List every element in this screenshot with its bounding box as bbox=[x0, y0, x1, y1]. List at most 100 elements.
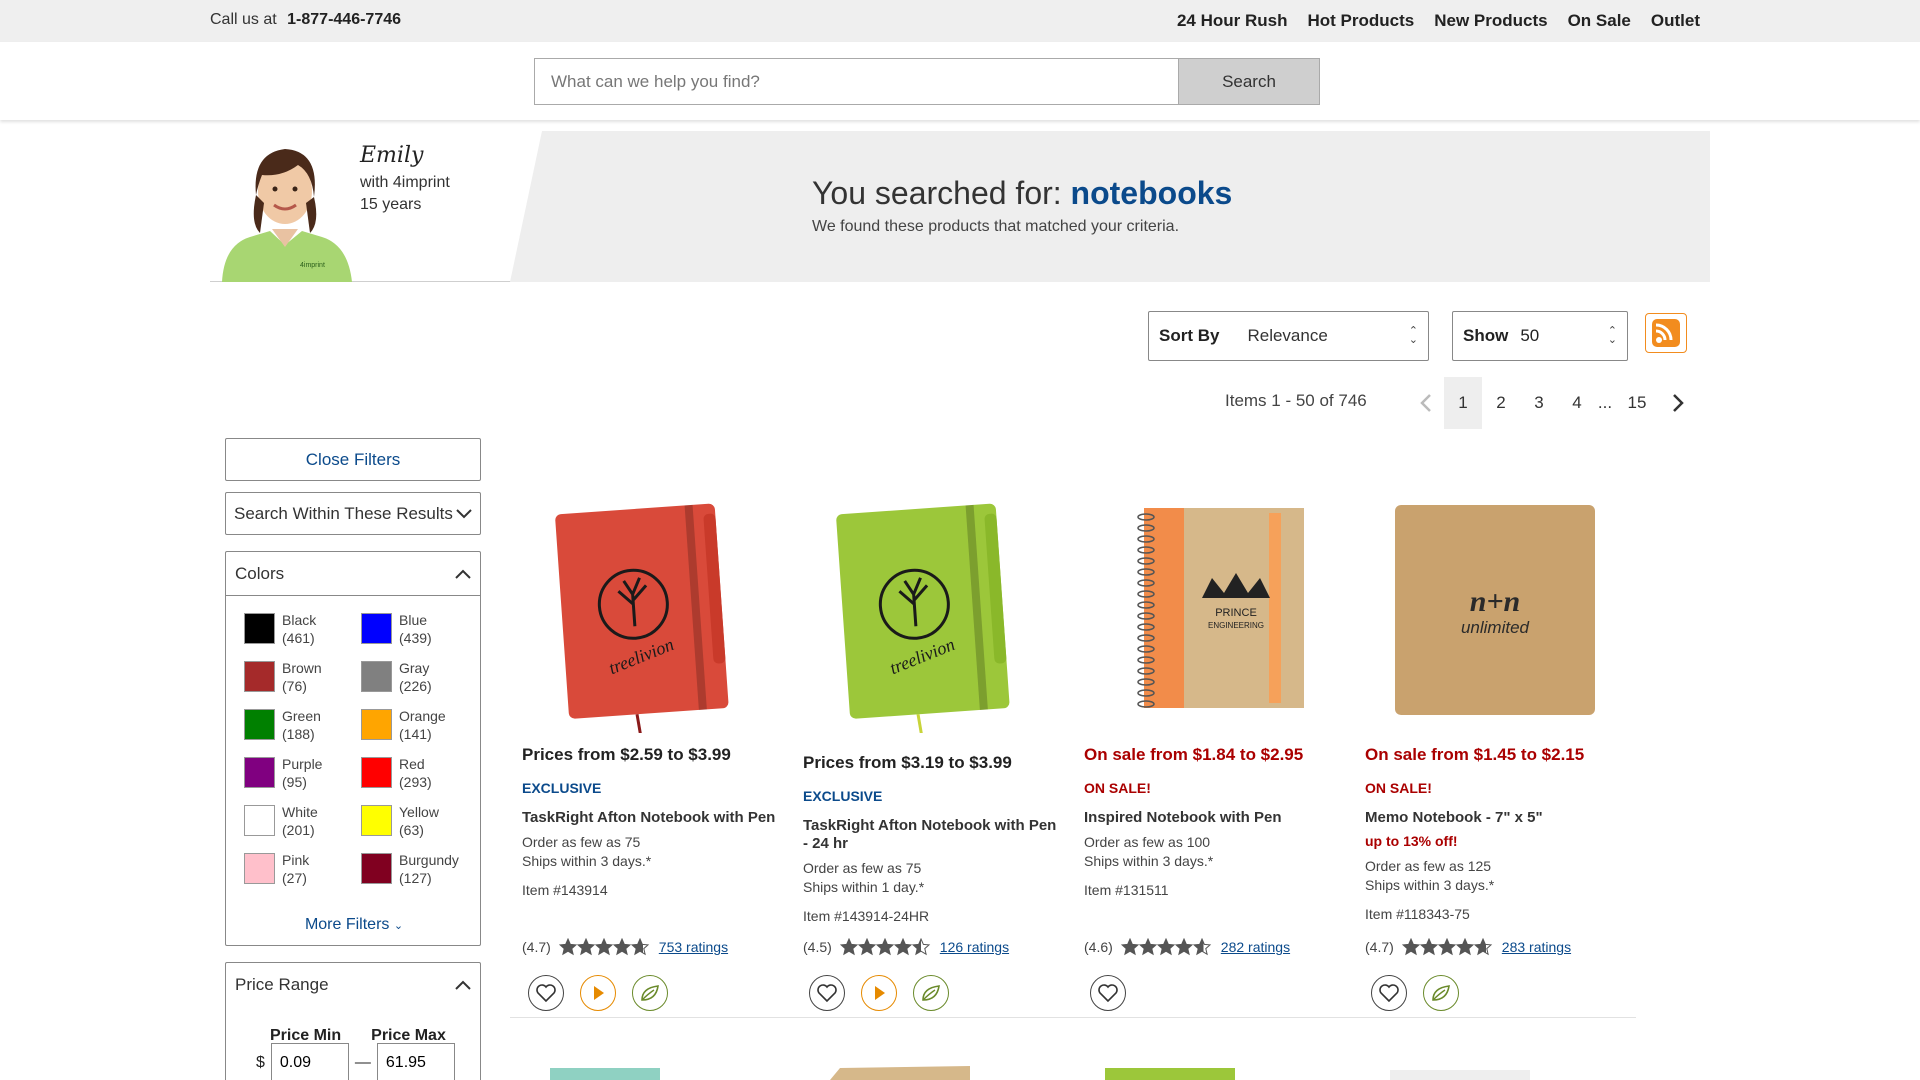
color-filter-red[interactable]: Red (293) bbox=[361, 755, 478, 790]
product-image[interactable]: treelivion bbox=[522, 493, 782, 733]
call-us: Call us at 1-877-446-7746 bbox=[210, 11, 401, 29]
sort-by-select[interactable]: Sort By Relevance ⌃ ⌄ bbox=[1148, 311, 1429, 361]
rss-button[interactable] bbox=[1645, 313, 1687, 353]
call-label: Call us at bbox=[210, 11, 277, 28]
color-swatch bbox=[244, 757, 275, 788]
link-new-products[interactable]: New Products bbox=[1434, 11, 1547, 31]
eco-button[interactable] bbox=[632, 975, 668, 1011]
link-on-sale[interactable]: On Sale bbox=[1568, 11, 1631, 31]
color-label: White (201) bbox=[282, 803, 318, 839]
phone-number[interactable]: 1-877-446-7746 bbox=[287, 11, 401, 28]
show-count-select[interactable]: Show 50 ⌃ ⌄ bbox=[1452, 311, 1628, 361]
next-page-button[interactable] bbox=[1660, 377, 1696, 429]
page-3[interactable]: 3 bbox=[1520, 377, 1558, 429]
item-number: Item #118343-75 bbox=[1365, 906, 1470, 922]
color-filter-purple[interactable]: Purple (95) bbox=[244, 755, 361, 790]
video-button[interactable] bbox=[861, 975, 897, 1011]
svg-text:ENGINEERING: ENGINEERING bbox=[1208, 621, 1264, 630]
color-count: (439) bbox=[399, 629, 432, 646]
favorite-button[interactable] bbox=[809, 975, 845, 1011]
link-hot-products[interactable]: Hot Products bbox=[1307, 11, 1414, 31]
color-name: Burgundy bbox=[399, 851, 459, 868]
ratings-link[interactable]: 282 ratings bbox=[1221, 939, 1290, 955]
page-2[interactable]: 2 bbox=[1482, 377, 1520, 429]
search-bar: Search bbox=[534, 58, 1320, 105]
color-count: (226) bbox=[399, 677, 432, 694]
price-max-input[interactable] bbox=[376, 1043, 455, 1080]
color-filter-burgundy[interactable]: Burgundy (127) bbox=[361, 851, 478, 886]
product-image[interactable]: PRINCE ENGINEERING bbox=[1084, 493, 1344, 733]
product-name[interactable]: Inspired Notebook with Pen bbox=[1084, 809, 1344, 827]
search-input[interactable] bbox=[535, 59, 1178, 104]
close-filters-button[interactable]: Close Filters bbox=[225, 438, 481, 481]
color-filter-black[interactable]: Black (461) bbox=[244, 611, 361, 646]
page-4[interactable]: 4 bbox=[1558, 377, 1596, 429]
color-filter-green[interactable]: Green (188) bbox=[244, 707, 361, 742]
color-name: Green bbox=[282, 707, 321, 724]
color-count: (188) bbox=[282, 725, 315, 742]
product-actions bbox=[528, 975, 668, 1011]
color-label: Green (188) bbox=[282, 707, 321, 743]
price-panel-header[interactable]: Price Range bbox=[226, 963, 480, 1007]
favorite-button[interactable] bbox=[1090, 975, 1126, 1011]
min-order: Order as few as 75 bbox=[803, 860, 922, 876]
color-filter-yellow[interactable]: Yellow (63) bbox=[361, 803, 478, 838]
color-name: Blue bbox=[399, 611, 428, 628]
top-links: 24 Hour Rush Hot Products New Products O… bbox=[1177, 11, 1700, 31]
color-filter-brown[interactable]: Brown (76) bbox=[244, 659, 361, 694]
search-within-toggle[interactable]: Search Within These Results bbox=[225, 492, 481, 535]
item-number: Item #143914 bbox=[522, 882, 608, 898]
search-button[interactable]: Search bbox=[1178, 59, 1319, 104]
product-flag: EXCLUSIVE bbox=[803, 788, 883, 804]
color-label: Gray (226) bbox=[399, 659, 432, 695]
color-filter-white[interactable]: White (201) bbox=[244, 803, 361, 838]
rep-photo: 4imprint bbox=[222, 149, 352, 282]
ratings-link[interactable]: 753 ratings bbox=[659, 939, 728, 955]
color-filter-pink[interactable]: Pink (27) bbox=[244, 851, 361, 886]
product-name[interactable]: Memo Notebook - 7" x 5" bbox=[1365, 809, 1625, 827]
product-actions bbox=[1090, 975, 1126, 1011]
product-image-partial bbox=[830, 1066, 970, 1080]
color-filter-gray[interactable]: Gray (226) bbox=[361, 659, 478, 694]
color-filter-blue[interactable]: Blue (439) bbox=[361, 611, 478, 646]
link-outlet[interactable]: Outlet bbox=[1651, 11, 1700, 31]
chevron-down-icon bbox=[456, 508, 472, 518]
eco-icon bbox=[641, 985, 659, 1001]
colors-panel-header[interactable]: Colors bbox=[226, 552, 480, 596]
color-filter-orange[interactable]: Orange (141) bbox=[361, 707, 478, 742]
price-inputs: $ — bbox=[256, 1043, 455, 1080]
link-24-hour-rush[interactable]: 24 Hour Rush bbox=[1177, 11, 1288, 31]
price-min-input[interactable] bbox=[270, 1043, 349, 1080]
color-label: Blue (439) bbox=[399, 611, 432, 647]
ratings-link[interactable]: 126 ratings bbox=[940, 939, 1009, 955]
video-icon bbox=[875, 986, 885, 1000]
product-name[interactable]: TaskRight Afton Notebook with Pen bbox=[522, 809, 782, 827]
page-15[interactable]: 15 bbox=[1614, 377, 1660, 429]
svg-text:unlimited: unlimited bbox=[1461, 618, 1530, 637]
color-name: Red bbox=[399, 755, 425, 772]
product-name[interactable]: TaskRight Afton Notebook with Pen - 24 h… bbox=[803, 817, 1063, 853]
favorite-button[interactable] bbox=[1371, 975, 1407, 1011]
page-1[interactable]: 1 bbox=[1444, 377, 1482, 429]
product-price: On sale from $1.45 to $2.15 bbox=[1365, 745, 1585, 764]
color-name: Purple bbox=[282, 755, 323, 772]
color-name: Pink bbox=[282, 851, 310, 868]
product-image-partial bbox=[1105, 1068, 1235, 1080]
price-range-panel: Price Range Price Min Price Max $ — bbox=[225, 962, 481, 1080]
item-number: Item #131511 bbox=[1084, 882, 1169, 898]
chevron-up-icon bbox=[455, 569, 471, 579]
more-filters-link[interactable]: More Filters ⌄ bbox=[226, 916, 482, 934]
video-button[interactable] bbox=[580, 975, 616, 1011]
product-image[interactable]: n+nunlimited bbox=[1365, 493, 1625, 733]
product-image[interactable]: treelivion bbox=[803, 493, 1063, 733]
eco-button[interactable] bbox=[1423, 975, 1459, 1011]
favorite-button[interactable] bbox=[528, 975, 564, 1011]
min-order: Order as few as 100 bbox=[1084, 834, 1211, 850]
rating-stars bbox=[1120, 938, 1212, 956]
colors-filter-panel: Colors Black (461) Blue (439) Brown (76) Gray(… bbox=[225, 551, 481, 946]
eco-button[interactable] bbox=[913, 975, 949, 1011]
prev-page-button[interactable] bbox=[1408, 377, 1444, 429]
show-value: 50 bbox=[1520, 326, 1540, 345]
ratings-link[interactable]: 283 ratings bbox=[1502, 939, 1571, 955]
searched-label: You searched for: bbox=[812, 175, 1062, 211]
